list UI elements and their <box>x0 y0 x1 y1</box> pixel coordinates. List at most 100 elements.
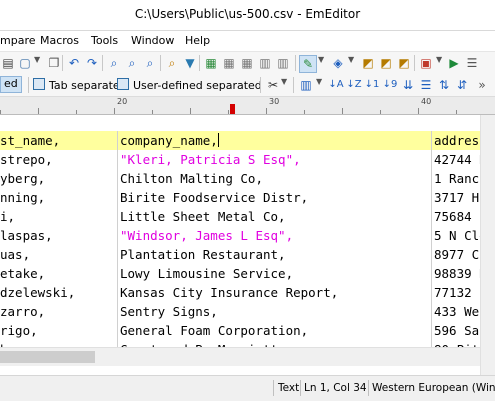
menu-help[interactable]: Help <box>185 34 210 47</box>
bookmark-icon[interactable]: ◩ <box>378 55 394 71</box>
status-divider <box>368 380 369 396</box>
save-all-icon[interactable]: ▤ <box>0 55 16 71</box>
toolbar-divider <box>62 55 63 71</box>
find-previous-icon[interactable]: ⌕ <box>124 55 140 71</box>
menu-bar: mpare Macros Tools Window Help <box>0 31 495 51</box>
menu-window[interactable]: Window <box>131 34 174 47</box>
cell-address: 8977 Co <box>434 247 480 262</box>
cell-address: 98839 H <box>434 266 480 281</box>
cell-last-name: dzelewski, <box>0 285 76 300</box>
user-defined-separated-label: User-defined separated <box>133 79 262 92</box>
find-in-files-icon[interactable]: ⌕ <box>164 55 180 71</box>
cell-last-name: laspas, <box>0 228 53 243</box>
sort-largest-icon[interactable]: ↓9 <box>382 77 398 93</box>
header-row: st_name, company_name, address <box>0 131 480 150</box>
redo-icon[interactable]: ↷ <box>84 55 100 71</box>
plugin-icon[interactable]: ◈ <box>330 55 346 71</box>
chevron-down-icon[interactable]: ▼ <box>281 77 287 86</box>
status-divider <box>300 380 301 396</box>
cell-address: 596 San <box>434 323 480 338</box>
csv-view-icon[interactable]: ▦ <box>203 55 219 71</box>
undo-icon[interactable]: ↶ <box>66 55 82 71</box>
sort-lines-icon[interactable]: ⇊ <box>400 77 416 93</box>
ruler-mark-30: 30 <box>269 97 280 106</box>
column-mode-icon[interactable]: ▦ <box>221 55 237 71</box>
align-columns-icon[interactable]: ☰ <box>418 77 434 93</box>
columns-icon[interactable]: ▥ <box>298 77 314 93</box>
ruler-mark-40: 40 <box>421 97 432 106</box>
cell-last-name: etake, <box>0 266 46 281</box>
menu-compare[interactable]: mpare <box>0 34 36 47</box>
cell-company-name: Birite Foodservice Distr, <box>120 190 309 205</box>
ruler-mark-20: 20 <box>117 97 128 106</box>
csv-options-icon[interactable]: ✂ <box>265 77 281 93</box>
table-row: dzelewski, Kansas City Insurance Report, 7… <box>0 283 480 302</box>
table-row: uas, Plantation Restaurant, 8977 Co <box>0 245 480 264</box>
copy-icon[interactable]: ❐ <box>46 55 62 71</box>
cell-address: 5 N Cle <box>434 228 480 243</box>
tab-separated-label: Tab separated <box>49 79 127 92</box>
menu-tools[interactable]: Tools <box>91 34 118 47</box>
chevron-down-icon[interactable]: ▼ <box>34 55 40 64</box>
cell-company-name: Kansas City Insurance Report, <box>120 285 339 300</box>
filter-icon[interactable]: ▼ <box>182 55 198 71</box>
tab-separated-button[interactable]: Tab separated <box>33 78 127 92</box>
word-wrap-icon[interactable]: ▥ <box>275 55 291 71</box>
status-divider <box>273 380 274 396</box>
new-file-icon[interactable]: ▢ <box>17 55 33 71</box>
find-icon[interactable]: ⌕ <box>106 55 122 71</box>
header-cell-company-name: company_name, <box>120 133 219 148</box>
snippets-icon[interactable]: ◩ <box>360 55 376 71</box>
cell-company-name: "Windsor, James L Esq", <box>120 228 294 243</box>
sort-z-a-icon[interactable]: ↓Z <box>346 77 362 93</box>
chevron-down-icon[interactable]: ▼ <box>348 55 354 64</box>
sort-a-z-icon[interactable]: ↓A <box>328 77 344 93</box>
toolbar-divider <box>293 77 294 93</box>
comma-separated-button[interactable]: ed <box>0 76 22 93</box>
chevron-down-icon[interactable]: ▼ <box>318 55 324 64</box>
cell-address: 1 Ranch <box>434 171 480 186</box>
toolbar-divider <box>160 55 161 71</box>
cell-company-name: Little Sheet Metal Co, <box>120 209 286 224</box>
header-cell-address: address <box>434 133 480 148</box>
header-cell-last-name: st_name, <box>0 133 61 148</box>
toolbar-divider <box>102 55 103 71</box>
vertical-scrollbar[interactable] <box>480 115 495 377</box>
toolbar-divider <box>28 77 29 93</box>
table-row: hauroCourtyard By Marriott80 Pitt <box>0 340 480 347</box>
run-macro-icon[interactable]: ▶ <box>446 55 462 71</box>
cell-address: 433 Wes <box>434 304 480 319</box>
cell-address: 75684 S <box>434 209 480 224</box>
table-row: strepo, "Kleri, Patricia S Esq", 42744 H <box>0 150 480 169</box>
horizontal-scrollbar-thumb[interactable] <box>0 351 95 363</box>
marker-icon[interactable]: ✎ <box>299 55 317 73</box>
user-defined-separated-button[interactable]: User-defined separated <box>117 78 262 92</box>
comma-separated-label: ed <box>4 77 18 90</box>
find-next-icon[interactable]: ⌕ <box>142 55 158 71</box>
toolbar-divider <box>414 55 415 71</box>
cell-last-name: uas, <box>0 247 31 262</box>
toolbar-divider <box>260 77 261 93</box>
window-title: C:\Users\Public\us-500.csv - EmEditor <box>134 7 361 21</box>
toolbar-overflow-icon[interactable]: » <box>474 77 490 93</box>
chevron-down-icon[interactable]: ▼ <box>316 77 322 86</box>
chevron-down-icon[interactable]: ▼ <box>436 55 442 64</box>
cell-address: 3717 Ha <box>434 190 480 205</box>
sort-smallest-icon[interactable]: ↓1 <box>364 77 380 93</box>
horizontal-scrollbar[interactable] <box>0 347 480 366</box>
grid-icon <box>33 78 45 90</box>
main-toolbar: ▤ ▢ ▼ ❐ ↶ ↷ ⌕ ⌕ ⌕ ⌕ ▼ ▦ ▦ ▦ ▥ ▥ ✎ ▼ ◈ ▼ … <box>0 51 495 75</box>
explorer-icon[interactable]: ◩ <box>396 55 412 71</box>
cell-company-name: "Kleri, Patricia S Esq", <box>120 152 301 167</box>
cell-company-name: Chilton Malting Co, <box>120 171 263 186</box>
record-macro-icon[interactable]: ▣ <box>418 55 434 71</box>
editor-area[interactable]: st_name, company_name, address strepo, "K… <box>0 115 480 347</box>
sort-custom-icon[interactable]: ⇅ <box>436 77 452 93</box>
column-select-icon[interactable]: ▦ <box>239 55 255 71</box>
sort-icon[interactable]: ⇵ <box>454 77 470 93</box>
menu-macros[interactable]: Macros <box>40 34 79 47</box>
cell-company-name: Sentry Signs, <box>120 304 218 319</box>
split-window-icon[interactable]: ▥ <box>257 55 273 71</box>
cell-company-name: Plantation Restaurant, <box>120 247 286 262</box>
options-icon[interactable]: ☰ <box>464 55 480 71</box>
